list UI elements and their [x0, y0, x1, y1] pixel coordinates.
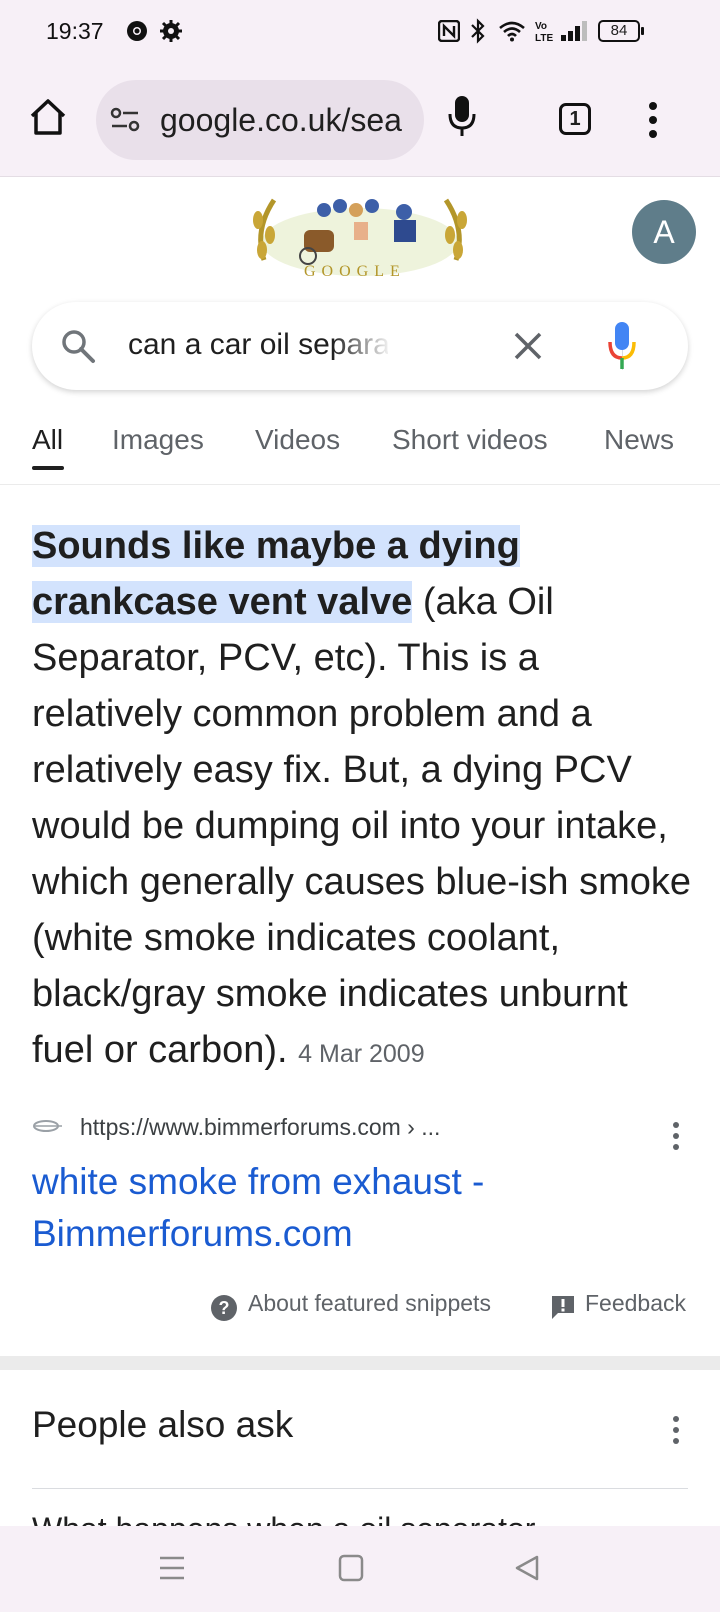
- query-fade: [332, 320, 392, 370]
- svg-text:LTE: LTE: [535, 33, 553, 44]
- svg-text:Vo: Vo: [535, 21, 547, 32]
- about-featured-snippets-link[interactable]: About featured snippets: [248, 1290, 491, 1317]
- result-menu-icon[interactable]: [670, 1120, 682, 1152]
- paa-menu-icon[interactable]: [670, 1414, 682, 1446]
- battery-icon: 84: [598, 20, 640, 42]
- browser-toolbar: google.co.uk/sea 1: [0, 66, 720, 177]
- google-doodle[interactable]: GOOGLE: [244, 190, 476, 282]
- tab-all[interactable]: All: [32, 424, 63, 456]
- address-bar[interactable]: google.co.uk/sea: [96, 80, 424, 160]
- help-icon[interactable]: ?: [210, 1294, 238, 1322]
- search-tabs: All Images Videos Short videos News: [0, 410, 720, 485]
- doodle-wordmark: GOOGLE: [304, 263, 406, 280]
- feedback-link[interactable]: Feedback: [585, 1290, 686, 1317]
- status-bar: 19:37 Vo LTE 84: [0, 0, 720, 66]
- svg-text:?: ?: [219, 1298, 230, 1318]
- home-icon[interactable]: [28, 97, 68, 137]
- tab-images[interactable]: Images: [112, 424, 204, 456]
- battery-tip: [641, 27, 644, 35]
- tab-videos[interactable]: Videos: [255, 424, 340, 456]
- tab-switcher-button[interactable]: 1: [559, 103, 591, 135]
- people-also-ask-heading: People also ask: [32, 1404, 294, 1445]
- paa-question[interactable]: What happens when a oil separator...: [32, 1506, 672, 1526]
- result-title-link[interactable]: white smoke from exhaust - Bimmerforums.…: [32, 1156, 672, 1260]
- google-mic-icon[interactable]: [606, 320, 638, 372]
- bluetooth-icon: [471, 18, 485, 44]
- settings-notification-icon: [160, 20, 182, 42]
- paa-question-text: What happens when a oil separator...: [32, 1506, 672, 1526]
- site-favicon-icon: [33, 1120, 62, 1132]
- snippet-date: 4 Mar 2009: [298, 1040, 425, 1068]
- search-icon: [62, 330, 95, 363]
- tab-short-videos[interactable]: Short videos: [392, 424, 548, 456]
- menu-nav-icon[interactable]: [158, 1554, 186, 1582]
- tab-news[interactable]: News: [604, 424, 674, 456]
- status-time: 19:37: [46, 18, 104, 44]
- search-box[interactable]: can a car oil separator cause white smok…: [32, 302, 688, 390]
- paa-divider: [32, 1488, 688, 1489]
- system-nav-bar: [0, 1526, 720, 1612]
- source-url[interactable]: https://www.bimmerforums.com › ...: [80, 1114, 440, 1141]
- clear-icon[interactable]: [512, 330, 544, 362]
- more-options-icon[interactable]: [646, 100, 660, 140]
- chrome-notification-icon: [127, 21, 147, 41]
- account-avatar[interactable]: A: [632, 200, 696, 264]
- site-settings-icon[interactable]: [110, 106, 142, 134]
- wifi-icon: [499, 21, 525, 42]
- featured-snippet: Sounds like maybe a dying crankcase vent…: [32, 518, 692, 1082]
- battery-level: 84: [610, 22, 628, 39]
- feedback-icon[interactable]: [550, 1294, 576, 1320]
- active-tab-indicator: [32, 466, 64, 470]
- voice-search-icon[interactable]: [447, 94, 477, 140]
- nfc-icon: [438, 20, 460, 42]
- volte-icon: Vo LTE: [535, 21, 553, 44]
- section-separator: [0, 1356, 720, 1370]
- snippet-body: (aka Oil Separator, PCV, etc). This is a…: [32, 581, 691, 1071]
- back-nav-icon[interactable]: [514, 1554, 540, 1582]
- home-nav-icon[interactable]: [338, 1554, 364, 1582]
- url-text[interactable]: google.co.uk/sea: [160, 102, 410, 139]
- signal-icon: [561, 21, 587, 41]
- snippet-footer: ? About featured snippets Feedback: [0, 1286, 720, 1326]
